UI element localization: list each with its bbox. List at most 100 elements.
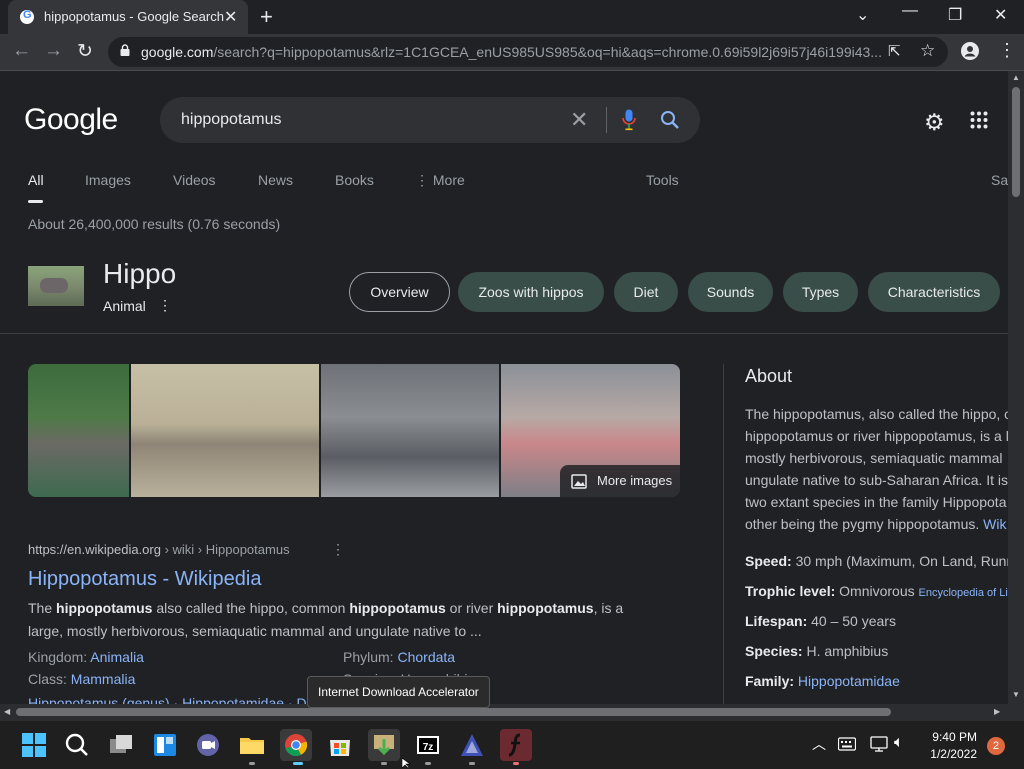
new-tab-icon[interactable]: +: [260, 4, 273, 30]
hippo-image-1[interactable]: [28, 364, 129, 497]
fact-label[interactable]: Species:: [745, 643, 803, 659]
keyboard-icon[interactable]: [838, 737, 856, 751]
file-explorer-icon[interactable]: [236, 729, 268, 761]
bookmark-star-icon[interactable]: ☆: [920, 41, 935, 61]
forward-icon[interactable]: →: [44, 40, 63, 62]
class-link[interactable]: Mammalia: [71, 671, 136, 687]
safesearch-button[interactable]: Sa: [991, 172, 1008, 188]
search-results-page: Google hippopotamus ✕ ⚙ All Images Video…: [0, 71, 1008, 704]
search-icon[interactable]: [61, 729, 93, 761]
vertical-scroll-thumb[interactable]: [1012, 87, 1020, 197]
tab-videos[interactable]: Videos: [173, 172, 216, 188]
network-icon[interactable]: [870, 736, 888, 752]
minimize-icon[interactable]: —: [902, 2, 918, 20]
notification-badge[interactable]: 2: [987, 737, 1005, 755]
fact-label[interactable]: Speed:: [745, 553, 792, 569]
voice-search-icon[interactable]: [622, 109, 636, 131]
phylum-row: Phylum: Chordata: [343, 649, 455, 665]
hippo-image-3[interactable]: [321, 364, 499, 497]
phylum-label: Phylum:: [343, 649, 394, 665]
tab-search-icon[interactable]: ⌄: [856, 5, 869, 25]
chrome-menu-icon[interactable]: ⋮: [998, 40, 1016, 61]
clock-time[interactable]: 9:40 PM: [925, 730, 977, 744]
teams-chat-icon[interactable]: [192, 729, 224, 761]
search-icon[interactable]: [660, 110, 680, 130]
clear-search-icon[interactable]: ✕: [570, 107, 588, 133]
chip-diet[interactable]: Diet: [614, 272, 678, 312]
show-hidden-icons-icon[interactable]: ︿: [812, 734, 826, 754]
microsoft-store-icon[interactable]: [324, 729, 356, 761]
fact-label[interactable]: Family:: [745, 673, 794, 689]
7zip-icon[interactable]: 7z: [412, 729, 444, 761]
tools-button[interactable]: Tools: [646, 172, 679, 188]
google-logo[interactable]: Google: [24, 103, 118, 137]
internet-download-accelerator-icon[interactable]: [368, 729, 400, 761]
app-a-icon[interactable]: [456, 729, 488, 761]
phylum-link[interactable]: Chordata: [397, 649, 455, 665]
chip-overview[interactable]: Overview: [349, 272, 450, 312]
taskbar: 7z ︿ 🔈︎ 9:40 PM 1/2/2022 2: [0, 720, 1024, 769]
scroll-down-icon[interactable]: ▼: [1012, 690, 1020, 699]
fact-label[interactable]: Trophic level:: [745, 583, 835, 599]
family-link[interactable]: Hippopotamidae: [798, 673, 900, 689]
scroll-right-icon[interactable]: ▶: [994, 707, 1000, 716]
result-url[interactable]: https://en.wikipedia.org › wiki › Hippop…: [28, 542, 290, 557]
profile-icon[interactable]: [961, 42, 979, 60]
tab-more[interactable]: ⋮ More: [415, 172, 465, 189]
share-icon[interactable]: ⇱: [888, 42, 901, 60]
result-title-link[interactable]: Hippopotamus - Wikipedia: [28, 568, 261, 591]
search-input[interactable]: hippopotamus: [181, 111, 282, 129]
widgets-icon[interactable]: [149, 729, 181, 761]
related-links-row[interactable]: Hippopotamus (genus) · Hippopotamidae · …: [28, 695, 307, 704]
horizontal-scroll-thumb[interactable]: [16, 708, 891, 716]
fact-source-link[interactable]: Encyclopedia of Life: [919, 587, 1009, 599]
kingdom-link[interactable]: Animalia: [90, 649, 144, 665]
tab-all[interactable]: All: [28, 172, 44, 188]
scroll-left-icon[interactable]: ◀: [4, 707, 10, 716]
script-app-icon[interactable]: [500, 729, 532, 761]
windows-start-icon[interactable]: [18, 729, 50, 761]
tab-books[interactable]: Books: [335, 172, 374, 188]
tab-images[interactable]: Images: [85, 172, 131, 188]
fact-label[interactable]: Lifespan:: [745, 613, 807, 629]
about-line: hippopotamus or river hippopotamus, is a…: [745, 428, 1008, 444]
result-options-icon[interactable]: ⋮: [331, 541, 345, 558]
chrome-icon[interactable]: [280, 729, 312, 761]
horizontal-scrollbar[interactable]: ◀ ▶: [0, 704, 1008, 720]
active-tab-indicator: [28, 200, 43, 203]
chip-characteristics[interactable]: Characteristics: [868, 272, 1000, 312]
hippo-thumbnail[interactable]: [28, 266, 84, 306]
about-line: ungulate native to sub-Saharan Africa. I…: [745, 472, 1008, 488]
chip-zoos-with-hippos[interactable]: Zoos with hippos: [458, 272, 604, 312]
running-indicator: [249, 762, 255, 765]
wikipedia-link[interactable]: Wik: [983, 516, 1006, 532]
back-icon[interactable]: ←: [12, 40, 31, 62]
tab-news[interactable]: News: [258, 172, 293, 188]
settings-gear-icon[interactable]: ⚙: [924, 109, 945, 136]
chip-types[interactable]: Types: [783, 272, 858, 312]
scroll-up-icon[interactable]: ▲: [1012, 73, 1020, 82]
close-window-icon[interactable]: ✕: [994, 5, 1007, 25]
lock-icon[interactable]: [120, 44, 130, 56]
url-text[interactable]: google.com/search?q=hippopotamus&rlz=1C1…: [141, 44, 882, 60]
more-images-button[interactable]: More images: [560, 465, 680, 497]
google-apps-icon[interactable]: [970, 111, 988, 129]
vertical-scrollbar[interactable]: ▲ ▼: [1008, 71, 1024, 704]
address-bar[interactable]: google.com/search?q=hippopotamus&rlz=1C1…: [108, 37, 948, 67]
chip-sounds[interactable]: Sounds: [688, 272, 773, 312]
volume-icon[interactable]: 🔈︎: [894, 734, 904, 752]
snippet-text: large, mostly herbivorous, semiaquatic m…: [28, 623, 482, 639]
reload-icon[interactable]: ↻: [77, 40, 93, 63]
hippo-image-2[interactable]: [131, 364, 319, 497]
clock-date[interactable]: 1/2/2022: [925, 747, 977, 761]
search-box[interactable]: hippopotamus ✕: [160, 97, 700, 143]
snippet-highlight: hippopotamus: [497, 600, 594, 616]
restore-icon[interactable]: ❐: [948, 5, 962, 25]
search-divider: [606, 107, 607, 133]
entity-options-icon[interactable]: ⋮: [158, 297, 172, 314]
url-path: /search?q=hippopotamus&rlz=1C1GCEA_enUS9…: [213, 44, 882, 60]
close-tab-icon[interactable]: ✕: [224, 7, 237, 27]
fact-trophic-level: Trophic level: Omnivorous Encyclopedia o…: [745, 583, 1008, 599]
browser-tab[interactable]: hippopotamus - Google Search ✕: [8, 0, 248, 34]
task-view-icon[interactable]: [105, 729, 137, 761]
